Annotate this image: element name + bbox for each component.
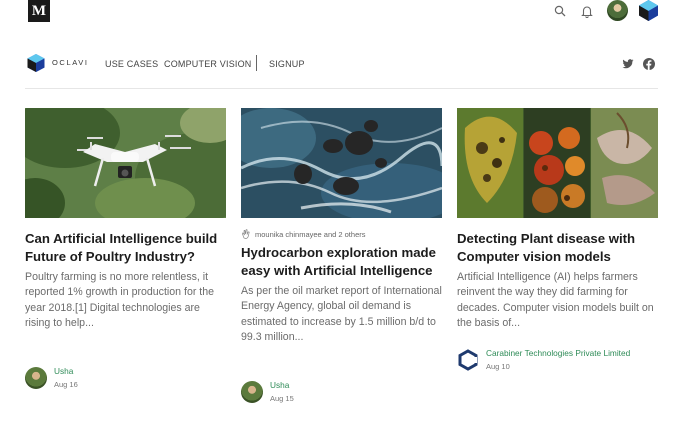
post-title[interactable]: Can Artificial Intelligence build Future… [25, 230, 226, 265]
author-name[interactable]: Usha [270, 380, 289, 390]
medium-logo[interactable]: M [28, 0, 50, 22]
clap-icon [242, 229, 250, 239]
search-icon[interactable] [552, 3, 568, 19]
post-image-plant-disease[interactable] [457, 108, 658, 218]
author-name[interactable]: Usha [54, 366, 73, 376]
post-image-drone[interactable] [25, 108, 226, 218]
publication-name[interactable]: OCLAVI [52, 58, 89, 67]
post-title[interactable]: Detecting Plant disease with Computer vi… [457, 230, 658, 265]
post-date: Aug 16 [54, 380, 78, 389]
post-card[interactable]: mounika chinmayee and 2 others Hydrocarb… [241, 108, 442, 403]
author-avatar[interactable] [25, 367, 47, 389]
post-snippet[interactable]: Poultry farming is no more relentless, i… [25, 270, 226, 331]
facebook-icon[interactable] [643, 57, 655, 70]
user-avatar[interactable] [607, 0, 628, 21]
cube-logo-icon[interactable] [637, 0, 660, 22]
nav-use-cases[interactable]: USE CASES [105, 59, 158, 69]
carabiner-logo-icon[interactable] [457, 349, 479, 371]
post-snippet[interactable]: As per the oil market report of Internat… [241, 284, 442, 345]
nav-separator [256, 55, 257, 71]
twitter-icon[interactable] [622, 57, 634, 69]
top-bar: M [0, 0, 680, 24]
post-image-ocean-rocks[interactable] [241, 108, 442, 218]
post-card[interactable]: Detecting Plant disease with Computer vi… [457, 108, 658, 371]
nav-divider [25, 88, 658, 89]
recommended-by-text[interactable]: mounika chinmayee and 2 others [255, 230, 365, 239]
post-title[interactable]: Hydrocarbon exploration made easy with A… [241, 244, 442, 279]
post-date: Aug 15 [270, 394, 294, 403]
post-card[interactable]: Can Artificial Intelligence build Future… [25, 108, 226, 389]
author-name[interactable]: Carabiner Technologies Private Limited [486, 348, 630, 358]
bell-icon[interactable] [579, 3, 595, 19]
post-snippet[interactable]: Artificial Intelligence (AI) helps farme… [457, 270, 658, 331]
publication-nav: OCLAVI USE CASES COMPUTER VISION SIGNUP [0, 50, 680, 76]
post-date: Aug 10 [486, 362, 510, 371]
recommended-by: mounika chinmayee and 2 others [241, 229, 365, 239]
oclavi-logo-icon[interactable] [26, 53, 46, 73]
author-avatar[interactable] [241, 381, 263, 403]
nav-signup[interactable]: SIGNUP [269, 59, 305, 69]
nav-computer-vision[interactable]: COMPUTER VISION [164, 59, 252, 69]
